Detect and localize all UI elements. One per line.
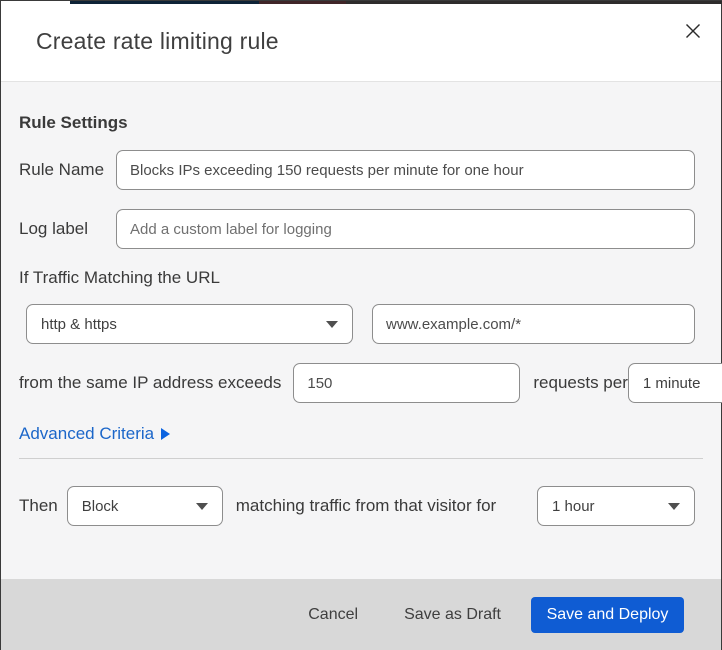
url-match-row: http & https <box>26 304 695 344</box>
save-as-draft-button[interactable]: Save as Draft <box>400 600 505 630</box>
create-rate-limiting-rule-dialog: Create rate limiting rule Rule Settings … <box>0 0 722 650</box>
background-strip-dark <box>346 1 722 4</box>
url-pattern-input[interactable] <box>372 304 695 344</box>
save-and-deploy-button[interactable]: Save and Deploy <box>531 596 684 633</box>
threshold-row: from the same IP address exceeds request… <box>19 363 722 403</box>
period-dropdown[interactable]: 1 minute <box>627 363 722 403</box>
scheme-dropdown[interactable]: http & https <box>26 304 353 344</box>
duration-dropdown-value: 1 hour <box>552 497 595 515</box>
close-button[interactable] <box>680 18 706 44</box>
triangle-right-icon <box>161 428 171 440</box>
background-strip-maroon <box>259 1 346 4</box>
dialog-body: Rule Settings Rule Name Log label If Tra… <box>1 82 722 579</box>
chevron-down-icon <box>326 320 338 328</box>
log-label-label: Log label <box>19 219 89 238</box>
log-label-row: Log label <box>19 209 695 249</box>
dialog-header: Create rate limiting rule <box>1 1 721 82</box>
section-divider <box>19 458 703 459</box>
background-strip-navy <box>70 1 259 4</box>
dialog-footer: Cancel Save as Draft Save and Deploy <box>1 579 721 650</box>
background-page-edge <box>1 1 722 4</box>
rule-name-label: Rule Name <box>19 160 105 179</box>
advanced-criteria-link[interactable]: Advanced Criteria <box>19 424 171 444</box>
action-row: Then Block matching traffic from that vi… <box>19 486 695 526</box>
request-count-input[interactable] <box>293 363 521 403</box>
log-label-input[interactable] <box>116 209 695 249</box>
chevron-down-icon <box>668 502 680 510</box>
requests-per-text: requests per <box>533 373 628 392</box>
then-label: Then <box>19 496 58 515</box>
duration-dropdown[interactable]: 1 hour <box>537 486 695 526</box>
cancel-button[interactable]: Cancel <box>304 600 362 630</box>
rule-settings-heading: Rule Settings <box>19 113 128 132</box>
action-dropdown-value: Block <box>81 497 119 515</box>
action-dropdown[interactable]: Block <box>66 486 223 526</box>
action-middle-text: matching traffic from that visitor for <box>235 496 497 515</box>
rule-name-row: Rule Name <box>19 150 695 190</box>
rule-name-input[interactable] <box>116 150 695 190</box>
chevron-down-icon <box>195 502 208 510</box>
period-dropdown-value: 1 minute <box>642 374 701 392</box>
scheme-dropdown-value: http & https <box>41 315 117 333</box>
page-title: Create rate limiting rule <box>36 27 279 54</box>
threshold-prefix-text: from the same IP address exceeds <box>19 373 282 392</box>
traffic-match-intro: If Traffic Matching the URL <box>19 268 220 287</box>
advanced-criteria-label: Advanced Criteria <box>19 424 155 443</box>
close-icon <box>686 24 700 38</box>
